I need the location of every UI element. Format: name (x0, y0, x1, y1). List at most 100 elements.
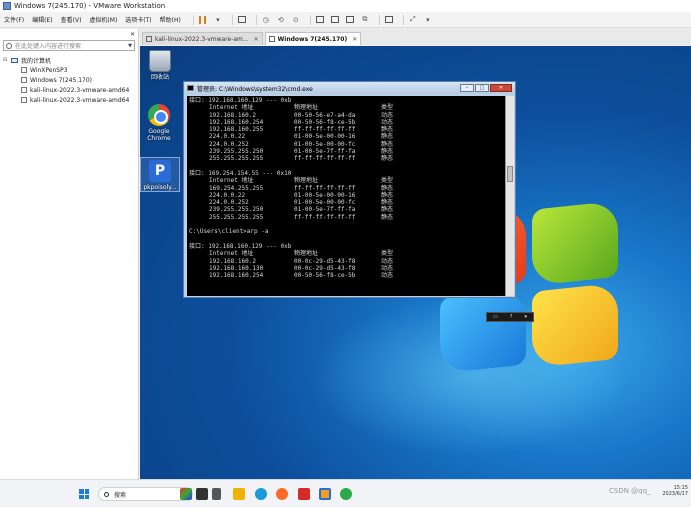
cmd-line: 255.255.255.255 ff-ff-ff-ff-ff-ff 静态 (189, 155, 503, 162)
tree-item-vm[interactable]: kali-linux-2022.3-vmware-amd64 (3, 95, 138, 105)
cmd-cell: Internet 地址 (209, 104, 254, 112)
wechat-icon[interactable] (340, 488, 352, 500)
wps-icon[interactable] (298, 488, 310, 500)
thumbnail-view-button[interactable] (330, 15, 340, 25)
maximize-button[interactable]: □ (475, 84, 489, 92)
menu-vm[interactable]: 虚拟机(M) (89, 15, 117, 24)
snapshot-button[interactable]: ◷ (261, 15, 271, 25)
cmd-cell: 239.255.255.250 (209, 148, 264, 156)
chrome-icon (148, 104, 170, 126)
chevron-down-icon[interactable]: ▼ (128, 43, 132, 49)
taskbar-app-icon[interactable] (196, 488, 208, 500)
unity-button[interactable]: ⧉ (360, 15, 370, 25)
taskbar-search-input[interactable]: 搜索 (98, 487, 193, 501)
cmd-line-text: 接口: 169.254.154.55 --- 0x10 (189, 169, 292, 177)
minimize-button[interactable]: – (460, 84, 474, 92)
tree-item-vm[interactable]: kali-linux-2022.3-vmware-amd64 (3, 85, 138, 95)
vmware-taskbar-icon[interactable] (319, 488, 331, 500)
menu-edit[interactable]: 编辑(E) (32, 15, 52, 24)
menu-help[interactable]: 帮助(H) (160, 15, 181, 24)
menubar: 文件(F) 编辑(E) 查看(V) 虚拟机(M) 选项卡(T) 帮助(H) ▾ … (0, 12, 691, 28)
cmd-line-text: C:\Users\client>arp -a (189, 228, 269, 236)
vm-tabbar: kali-linux-2022.3-vmware-am... ✕ Windows… (140, 29, 691, 45)
desktop-icon-app[interactable]: P pkpoisoly... (140, 157, 180, 192)
tab-windows7[interactable]: Windows 7(245.170) ✕ (264, 32, 362, 45)
cmd-cell: 静态 (381, 155, 394, 163)
menu-file[interactable]: 文件(F) (4, 15, 24, 24)
close-tab-icon[interactable]: ✕ (352, 36, 357, 43)
vm-tab-icon (268, 36, 275, 42)
tree-item-label: WinXPenSP3 (30, 66, 68, 74)
cmd-cell: 动态 (381, 272, 394, 280)
desktop-icon-recycle-bin[interactable]: 回收站 (140, 50, 180, 81)
guest-desktop[interactable]: 回收站 Google Chrome P pkpoisoly... 管理员: C:… (140, 46, 691, 479)
system-tray[interactable]: 15:15 2023/6/17 (662, 485, 688, 497)
close-button[interactable]: ✕ (490, 84, 512, 92)
pause-button[interactable] (198, 15, 208, 25)
cmd-cell: ff-ff-ff-ff-ff-ff (294, 155, 356, 163)
minibar-dropdown-icon[interactable]: ▾ (524, 314, 527, 320)
stretch-button[interactable]: ⤢ (408, 15, 418, 25)
menu-view[interactable]: 查看(V) (61, 15, 82, 24)
cmd-output[interactable]: 接口: 192.168.160.129 --- 0xb Internet 地址 物理… (187, 96, 505, 296)
library-search-input[interactable]: 在此处键入内容进行搜索 ▼ (3, 40, 135, 51)
stretch-dropdown-button[interactable]: ▾ (423, 15, 433, 25)
cmd-cell: 239.255.255.250 (209, 206, 264, 214)
tree-root-label: 我的计算机 (21, 57, 52, 65)
minibar-pin-icon[interactable]: ▭ (493, 314, 498, 320)
cmd-cell: 静态 (381, 206, 394, 214)
menu-tabs[interactable]: 选项卡(T) (125, 15, 151, 24)
desktop-icon-chrome[interactable]: Google Chrome (140, 104, 179, 142)
tree-root-my-computer[interactable]: ⊟ 我的计算机 (3, 55, 138, 65)
tab-kali[interactable]: kali-linux-2022.3-vmware-am... ✕ (142, 32, 263, 45)
cmd-line (189, 221, 503, 228)
cmd-cell: ff-ff-ff-ff-ff-ff (294, 184, 356, 192)
send-ctrl-alt-del-button[interactable] (237, 15, 247, 25)
cmd-line: 255.255.255.255 ff-ff-ff-ff-ff-ff 静态 (189, 214, 503, 221)
scrollbar-thumb[interactable] (507, 166, 513, 182)
start-button[interactable] (79, 489, 89, 499)
snapshot-manager-button[interactable]: ⊙ (291, 15, 301, 25)
desktop-icon-label: pkpoisoly... (143, 184, 177, 191)
edge-icon[interactable] (255, 488, 267, 500)
close-tab-icon[interactable]: ✕ (254, 36, 259, 43)
vm-minibar[interactable]: ▭ ? ▾ (486, 312, 534, 322)
firefox-icon[interactable] (276, 488, 288, 500)
power-dropdown-button[interactable]: ▾ (213, 15, 223, 25)
cmd-cell: 255.255.255.255 (209, 213, 264, 221)
library-header: ✕ (0, 29, 138, 39)
search-icon (6, 42, 12, 49)
cmd-window[interactable]: 管理员: C:\Windows\system32\cmd.exe – □ ✕ 接… (183, 81, 516, 298)
cmd-cell: 00-0c-29-d5-43-f8 (294, 257, 356, 265)
cmd-cell: 255.255.255.255 (209, 155, 264, 163)
cmd-scrollbar[interactable] (505, 96, 514, 296)
cmd-line-text: 接口: 192.168.160.129 --- 0xb (189, 97, 292, 104)
taskbar-app-icon[interactable] (212, 488, 221, 500)
library-view-icon (315, 16, 324, 23)
tree-item-vm[interactable]: Windows 7(245.170) (3, 75, 138, 85)
cmd-cell: 动态 (381, 111, 394, 119)
console-view-button[interactable] (384, 15, 394, 25)
cmd-line: C:\Users\client>arp -a (189, 228, 503, 235)
desktop-icon-label: 回收站 (150, 74, 169, 81)
show-library-button[interactable] (315, 15, 325, 25)
cmd-titlebar[interactable]: 管理员: C:\Windows\system32\cmd.exe – □ ✕ (184, 82, 515, 94)
cmd-cell: 192.168.160.254 (209, 118, 264, 126)
collapse-icon[interactable]: ⊟ (3, 57, 9, 63)
console-icon (384, 16, 393, 23)
taskbar-app-icon[interactable] (180, 488, 192, 500)
close-library-icon[interactable]: ✕ (130, 31, 135, 38)
cmd-line: 224.0.0.22 01-00-5e-00-00-16 静态 (189, 133, 503, 140)
fullscreen-button[interactable] (345, 15, 355, 25)
cmd-window-controls: – □ ✕ (459, 84, 512, 92)
tree-item-vm[interactable]: WinXPenSP3 (3, 65, 138, 75)
vm-tab-icon (146, 36, 152, 42)
toolbar-separator (192, 14, 194, 25)
cmd-cell: 224.0.0.22 (209, 133, 246, 141)
revert-snapshot-button[interactable]: ⟲ (276, 15, 286, 25)
thumbnail-icon (330, 16, 339, 23)
file-explorer-icon[interactable] (233, 488, 245, 500)
minibar-help-icon[interactable]: ? (510, 314, 513, 320)
vmware-logo-icon (3, 2, 11, 10)
cmd-cell: Internet 地址 (209, 250, 254, 258)
